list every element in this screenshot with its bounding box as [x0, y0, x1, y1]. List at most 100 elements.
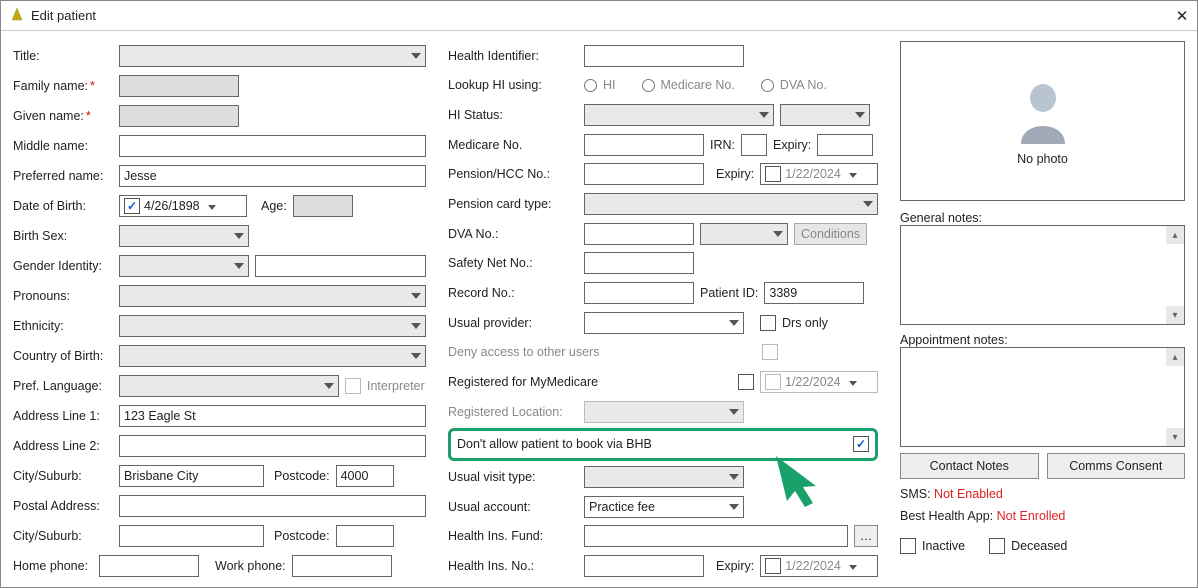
dob-checkbox[interactable]	[124, 198, 140, 214]
sms-status: SMS: Not Enabled	[900, 487, 1185, 501]
city-input[interactable]	[119, 465, 264, 487]
preferred-name-input[interactable]	[119, 165, 426, 187]
pension-expiry-input[interactable]: 1/22/2024	[760, 163, 878, 185]
interpreter-checkbox[interactable]	[345, 378, 361, 394]
window-title: Edit patient	[31, 8, 96, 23]
scroll-down-icon[interactable]: ▾	[1166, 306, 1184, 324]
appt-notes-textarea[interactable]: ▴ ▾	[900, 347, 1185, 447]
fund-input[interactable]	[584, 525, 848, 547]
pensiontype-label: Pension card type:	[448, 197, 578, 211]
dva-input[interactable]	[584, 223, 694, 245]
ins-no-input[interactable]	[584, 555, 704, 577]
postal-postcode-input[interactable]	[336, 525, 394, 547]
photo-box[interactable]: No photo	[900, 41, 1185, 201]
preferred-label: Preferred name:	[13, 169, 113, 183]
middle-name-input[interactable]	[119, 135, 426, 157]
safety-label: Safety Net No.:	[448, 256, 578, 270]
gender-label: Gender Identity:	[13, 259, 113, 273]
contact-notes-button[interactable]: Contact Notes	[900, 453, 1039, 479]
scroll-down-icon[interactable]: ▾	[1166, 428, 1184, 446]
side-column: No photo General notes: ▴ ▾ Appointment …	[900, 41, 1185, 581]
patient-details-column: Title: Family name:* Given name:* Middle…	[13, 41, 426, 581]
pension-label: Pension/HCC No.:	[448, 167, 578, 181]
ins-expiry-checkbox[interactable]	[765, 558, 781, 574]
country-select[interactable]	[119, 345, 426, 367]
close-button[interactable]: ✕	[1173, 7, 1191, 25]
deceased-checkbox[interactable]	[989, 538, 1005, 554]
pension-type-select[interactable]	[584, 193, 878, 215]
mymedicare-checkbox[interactable]	[738, 374, 754, 390]
pension-expiry-label: Expiry:	[716, 167, 754, 181]
addr1-label: Address Line 1:	[13, 409, 113, 423]
age-label: Age:	[261, 199, 287, 213]
addr2-label: Address Line 2:	[13, 439, 113, 453]
gender-select[interactable]	[119, 255, 249, 277]
safety-net-input[interactable]	[584, 252, 694, 274]
irn-input[interactable]	[741, 134, 767, 156]
provider-select[interactable]	[584, 312, 744, 334]
app-icon	[9, 6, 25, 25]
home-phone-label: Home phone:	[13, 559, 93, 573]
bhb-checkbox[interactable]	[853, 436, 869, 452]
medicare-expiry-input[interactable]	[817, 134, 873, 156]
sex-select[interactable]	[119, 225, 249, 247]
language-select[interactable]	[119, 375, 339, 397]
lookup-medicare-radio[interactable]	[642, 79, 655, 92]
inactive-checkbox[interactable]	[900, 538, 916, 554]
postcode-label: Postcode:	[274, 469, 330, 483]
medicare-label: Medicare No.	[448, 138, 578, 152]
dva-select[interactable]	[700, 223, 788, 245]
histatus-label: HI Status:	[448, 108, 578, 122]
lookup-hi-radio[interactable]	[584, 79, 597, 92]
provider-label: Usual provider:	[448, 316, 578, 330]
drs-only-label: Drs only	[782, 316, 828, 330]
scroll-up-icon[interactable]: ▴	[1166, 348, 1184, 366]
gender-text-input[interactable]	[255, 255, 426, 277]
patient-id-input[interactable]	[764, 282, 864, 304]
postal-address-input[interactable]	[119, 495, 426, 517]
histatus-select1[interactable]	[584, 104, 774, 126]
address-line2-input[interactable]	[119, 435, 426, 457]
ins-expiry-input[interactable]: 1/22/2024	[760, 555, 878, 577]
fund-label: Health Ins. Fund:	[448, 529, 578, 543]
work-phone-input[interactable]	[292, 555, 392, 577]
titlebar: Edit patient ✕	[1, 1, 1197, 31]
pronouns-select[interactable]	[119, 285, 426, 307]
address-line1-input[interactable]	[119, 405, 426, 427]
title-label: Title:	[13, 49, 113, 63]
visit-type-select[interactable]	[584, 466, 744, 488]
health-identifier-input[interactable]	[584, 45, 744, 67]
dob-label: Date of Birth:	[13, 199, 113, 213]
ethnicity-select[interactable]	[119, 315, 426, 337]
interpreter-label: Interpreter	[367, 379, 425, 393]
postcode2-label: Postcode:	[274, 529, 330, 543]
medicare-input[interactable]	[584, 134, 704, 156]
title-select[interactable]	[119, 45, 426, 67]
bha-status: Best Health App: Not Enrolled	[900, 509, 1185, 523]
histatus-select2[interactable]	[780, 104, 870, 126]
irn-label: IRN:	[710, 138, 735, 152]
city-label: City/Suburb:	[13, 469, 113, 483]
ins-expiry-label: Expiry:	[716, 559, 754, 573]
family-name-input[interactable]	[119, 75, 239, 97]
deny-access-checkbox	[762, 344, 778, 360]
pension-expiry-checkbox[interactable]	[765, 166, 781, 182]
postcode-input[interactable]	[336, 465, 394, 487]
general-notes-textarea[interactable]: ▴ ▾	[900, 225, 1185, 325]
lookup-dva-radio[interactable]	[761, 79, 774, 92]
mymedicare-date: 1/22/2024	[760, 371, 878, 393]
account-select[interactable]: Practice fee	[584, 496, 744, 518]
record-no-input[interactable]	[584, 282, 694, 304]
hi-label: Health Identifier:	[448, 49, 578, 63]
fund-browse-button[interactable]: …	[854, 525, 878, 547]
given-name-input[interactable]	[119, 105, 239, 127]
home-phone-input[interactable]	[99, 555, 199, 577]
drs-only-checkbox[interactable]	[760, 315, 776, 331]
dob-input[interactable]: 4/26/1898	[119, 195, 247, 217]
deny-access-label: Deny access to other users	[448, 345, 756, 359]
pension-input[interactable]	[584, 163, 704, 185]
scroll-up-icon[interactable]: ▴	[1166, 226, 1184, 244]
postal-city-input[interactable]	[119, 525, 264, 547]
age-input[interactable]	[293, 195, 353, 217]
comms-consent-button[interactable]: Comms Consent	[1047, 453, 1186, 479]
